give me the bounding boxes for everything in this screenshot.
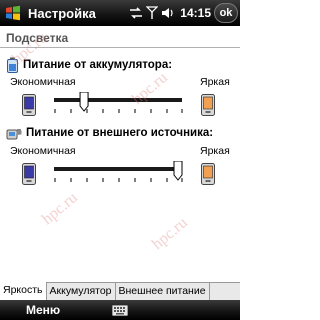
watermark: hpc.ru — [148, 214, 191, 254]
speaker-icon[interactable] — [161, 6, 175, 20]
external-brightness-slider[interactable] — [52, 161, 186, 189]
slider-ticks — [54, 178, 183, 182]
dim-phone-icon — [22, 94, 36, 116]
app-title: Настройка — [28, 5, 96, 21]
watermark: hpc.ru — [38, 189, 81, 229]
tab-brightness[interactable]: Яркость — [0, 282, 47, 301]
slider-track — [54, 98, 182, 102]
page-title: Подсветка — [0, 28, 240, 48]
battery-group-title: Питание от аккумулятора: — [6, 57, 172, 73]
tab-external-power[interactable]: Внешнее питание — [115, 283, 210, 301]
slider-thumb[interactable] — [173, 161, 183, 181]
menu-button[interactable]: Меню — [26, 303, 60, 317]
battery-icon — [7, 57, 18, 73]
tab-battery[interactable]: Аккумулятор — [46, 283, 116, 301]
external-max-label: Яркая — [200, 145, 230, 157]
ok-button[interactable]: ok — [214, 3, 238, 23]
power-plug-icon — [6, 129, 22, 140]
slider-ticks — [54, 109, 183, 113]
menu-bar: Меню — [0, 300, 240, 320]
battery-brightness-slider[interactable] — [52, 92, 186, 120]
battery-min-label: Экономичная — [10, 76, 76, 88]
windows-logo-icon — [6, 5, 20, 21]
start-button[interactable] — [0, 0, 26, 26]
title-bar: Настройка 14:15 ok — [0, 0, 240, 26]
battery-group-label: Питание от аккумулятора: — [23, 59, 173, 71]
bright-phone-icon — [201, 163, 215, 185]
external-group-label: Питание от внешнего источника: — [26, 127, 214, 139]
clock[interactable]: 14:15 — [180, 6, 211, 20]
external-group-title: Питание от внешнего источника: — [6, 125, 213, 141]
bright-phone-icon — [201, 94, 215, 116]
dim-phone-icon — [22, 163, 36, 185]
battery-max-label: Яркая — [200, 76, 230, 88]
tab-strip: Яркость Аккумулятор Внешнее питание — [0, 282, 240, 301]
signal-icon[interactable] — [146, 6, 159, 20]
external-min-label: Экономичная — [10, 145, 76, 157]
slider-thumb[interactable] — [79, 92, 89, 112]
slider-track — [54, 167, 182, 171]
connectivity-icon[interactable] — [129, 6, 143, 20]
keyboard-icon[interactable] — [112, 302, 128, 318]
